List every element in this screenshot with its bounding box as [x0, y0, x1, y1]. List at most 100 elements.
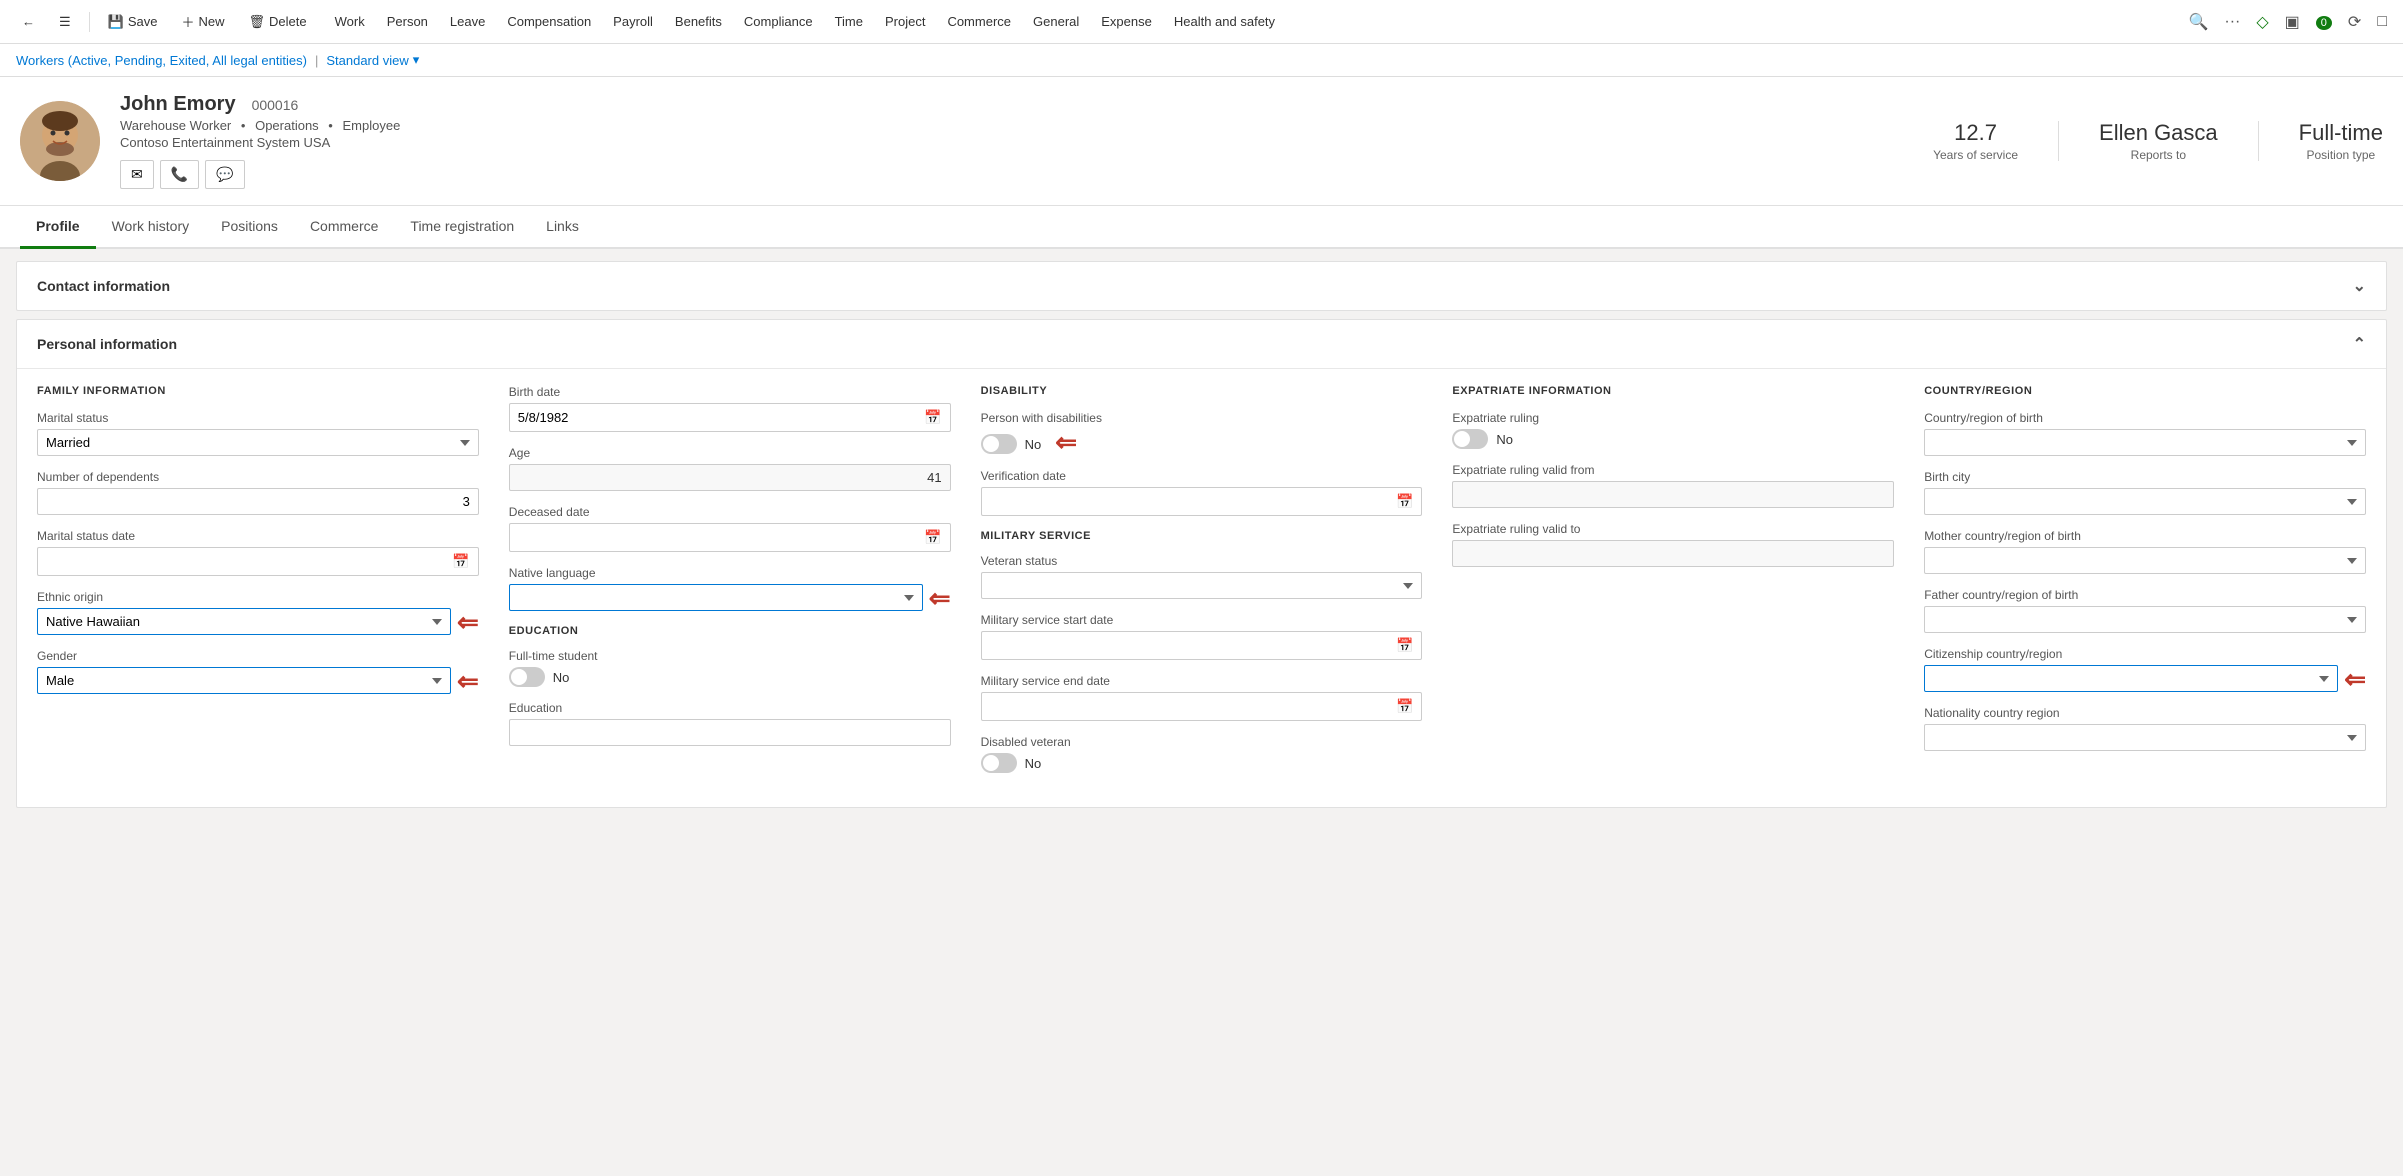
email-button[interactable]: ✉ [120, 160, 154, 189]
fulltime-student-toggle[interactable] [509, 667, 545, 687]
native-language-label: Native language [509, 566, 951, 580]
birth-date-input[interactable] [510, 405, 916, 430]
person-disabilities-no-label: No [1025, 437, 1042, 452]
education-input[interactable] [509, 719, 951, 746]
employee-type: Employee [342, 118, 400, 133]
new-label: New [199, 14, 225, 29]
refresh-icon[interactable]: ⟳ [2344, 8, 2365, 36]
contact-collapse-icon: ⌄ [2353, 276, 2366, 296]
view-selector[interactable]: Standard view ▾ [326, 52, 419, 68]
hamburger-icon: ☰ [59, 14, 71, 30]
person-disabilities-toggle[interactable] [981, 434, 1017, 454]
contact-section-header[interactable]: Contact information ⌄ [17, 262, 2386, 310]
save-button[interactable]: 💾 Save [98, 8, 168, 36]
window-icon[interactable]: □ [2373, 9, 2391, 35]
verification-date-calendar-icon[interactable]: 📅 [1388, 488, 1421, 515]
mother-country-label: Mother country/region of birth [1924, 529, 2366, 543]
num-dependents-input[interactable] [37, 488, 479, 515]
birth-date-calendar-icon[interactable]: 📅 [916, 404, 949, 431]
menu-expense[interactable]: Expense [1091, 8, 1162, 35]
contact-section: Contact information ⌄ [16, 261, 2387, 311]
birth-city-select[interactable] [1924, 488, 2366, 515]
gender-arrow-annotation: ⇐ [457, 668, 479, 694]
verification-date-input[interactable] [982, 489, 1388, 514]
menu-compensation[interactable]: Compensation [497, 8, 601, 35]
menu-health-safety[interactable]: Health and safety [1164, 8, 1285, 35]
more-options-icon[interactable]: ··· [2220, 9, 2244, 35]
mil-start-date-calendar-icon[interactable]: 📅 [1388, 632, 1421, 659]
menu-compliance[interactable]: Compliance [734, 8, 823, 35]
gender-select[interactable]: Male Female Non-binary [37, 667, 451, 694]
mil-start-date-input[interactable] [982, 633, 1388, 658]
gender-label: Gender [37, 649, 479, 663]
view-label: Standard view [326, 53, 408, 68]
menu-person[interactable]: Person [377, 8, 438, 35]
mil-end-date-input[interactable] [982, 694, 1388, 719]
menu-payroll[interactable]: Payroll [603, 8, 663, 35]
ethnic-origin-select[interactable]: Native Hawaiian Hispanic Asian Black Whi… [37, 608, 451, 635]
tab-positions[interactable]: Positions [205, 206, 294, 249]
tab-time-registration[interactable]: Time registration [394, 206, 530, 249]
mil-end-date-calendar-icon[interactable]: 📅 [1388, 693, 1421, 720]
notification-icon[interactable]: 0 [2312, 9, 2336, 35]
years-of-service-value: 12.7 [1933, 120, 2018, 146]
family-info-header: FAMILY INFORMATION [37, 385, 479, 397]
expatriate-ruling-toggle[interactable] [1452, 429, 1488, 449]
marital-status-select[interactable]: Married Single Divorced Widowed [37, 429, 479, 456]
stat-separator-1 [2058, 121, 2059, 161]
tab-links[interactable]: Links [530, 206, 595, 249]
reports-to-block: Ellen Gasca Reports to [2099, 120, 2218, 162]
birth-date-field: Birth date 📅 [509, 385, 951, 432]
father-country-select[interactable] [1924, 606, 2366, 633]
ruling-valid-from-input[interactable] [1452, 481, 1894, 508]
birth-education-column: Birth date 📅 Age 41 Deceased date [509, 385, 981, 787]
employee-info: John Emory 000016 Warehouse Worker • Ope… [120, 93, 1913, 189]
birth-city-label: Birth city [1924, 470, 2366, 484]
chat-button[interactable]: 💬 [205, 160, 244, 189]
diamond-icon[interactable]: ◇ [2252, 8, 2272, 36]
menu-project[interactable]: Project [875, 8, 935, 35]
veteran-status-select[interactable]: Veteran Non-veteran [981, 572, 1423, 599]
disabled-veteran-toggle[interactable] [981, 753, 1017, 773]
citizenship-select[interactable] [1924, 665, 2338, 692]
tab-profile[interactable]: Profile [20, 206, 96, 249]
tab-work-history[interactable]: Work history [96, 206, 206, 249]
menu-work[interactable]: Work [325, 8, 375, 35]
grid-icon[interactable]: ▣ [2281, 8, 2304, 36]
back-button[interactable]: ← [12, 8, 45, 35]
new-button[interactable]: ＋ New [171, 6, 234, 37]
disabled-veteran-field: Disabled veteran No [981, 735, 1423, 773]
menu-button[interactable]: ☰ [49, 8, 81, 36]
country-region-header: COUNTRY/REGION [1924, 385, 2366, 397]
personal-section-header[interactable]: Personal information ⌃ [17, 320, 2386, 368]
native-language-select[interactable]: English Spanish French German [509, 584, 923, 611]
menu-commerce[interactable]: Commerce [937, 8, 1021, 35]
marital-status-label: Marital status [37, 411, 479, 425]
mother-country-field: Mother country/region of birth [1924, 529, 2366, 574]
marital-date-calendar-icon[interactable]: 📅 [444, 548, 477, 575]
deceased-date-input[interactable] [510, 525, 916, 550]
reports-to-value: Ellen Gasca [2099, 120, 2218, 146]
search-icon[interactable]: 🔍 [2184, 8, 2212, 36]
nationality-select[interactable] [1924, 724, 2366, 751]
ethnic-origin-field: Ethnic origin Native Hawaiian Hispanic A… [37, 590, 479, 635]
menu-leave[interactable]: Leave [440, 8, 495, 35]
delete-button[interactable]: 🗑 Delete [239, 8, 317, 36]
marital-date-input[interactable] [38, 549, 444, 574]
breadcrumb: Workers (Active, Pending, Exited, All le… [0, 44, 2403, 77]
delete-label: Delete [269, 14, 307, 29]
birth-country-select[interactable]: United States United Kingdom Canada Aust… [1924, 429, 2366, 456]
deceased-date-calendar-icon[interactable]: 📅 [916, 524, 949, 551]
employee-header: John Emory 000016 Warehouse Worker • Ope… [0, 77, 2403, 206]
tab-commerce[interactable]: Commerce [294, 206, 394, 249]
phone-button[interactable]: 📞 [160, 160, 199, 189]
position-type-label: Position type [2299, 148, 2383, 162]
mother-country-select[interactable] [1924, 547, 2366, 574]
military-header: MILITARY SERVICE [981, 530, 1423, 542]
menu-benefits[interactable]: Benefits [665, 8, 732, 35]
menu-time[interactable]: Time [825, 8, 873, 35]
mil-start-date-input-wrapper: 📅 [981, 631, 1423, 660]
ruling-valid-to-input[interactable] [1452, 540, 1894, 567]
breadcrumb-text[interactable]: Workers (Active, Pending, Exited, All le… [16, 53, 307, 68]
menu-general[interactable]: General [1023, 8, 1089, 35]
